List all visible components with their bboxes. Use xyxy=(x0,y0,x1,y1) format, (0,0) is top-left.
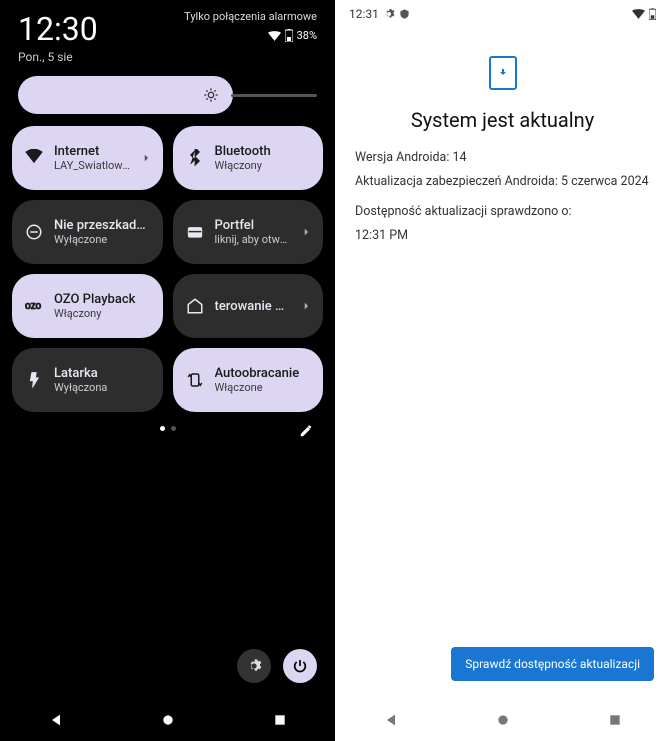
page-indicator xyxy=(0,426,335,431)
gear-icon xyxy=(246,658,262,674)
home-icon xyxy=(185,297,205,315)
qs-tile-rotate[interactable]: AutoobracanieWłączone xyxy=(173,348,324,412)
home-icon[interactable] xyxy=(495,712,511,728)
tile-label: Portfel xyxy=(215,218,292,233)
bluetooth-icon xyxy=(185,149,205,167)
clock: 12:30 xyxy=(18,10,98,48)
wifi-icon xyxy=(24,149,44,167)
nav-bar xyxy=(335,699,670,741)
checked-label: Dostępność aktualizacji sprawdzono o: xyxy=(355,202,650,222)
tile-sublabel: Wyłączona xyxy=(54,381,151,394)
quick-settings-panel: 12:30 Pon., 5 sie Tylko połączenia alarm… xyxy=(0,0,335,741)
edit-icon[interactable] xyxy=(299,424,313,438)
status-header: 12:30 Pon., 5 sie Tylko połączenia alarm… xyxy=(0,0,335,68)
qs-tile-dnd[interactable]: Nie przeszkadzaćWyłączone xyxy=(12,200,163,264)
dnd-icon xyxy=(24,223,44,241)
security-patch: Aktualizacja zabezpieczeń Androida: 5 cz… xyxy=(355,172,650,192)
shield-icon xyxy=(399,8,410,20)
check-update-button[interactable]: Sprawdź dostępność aktualizacji xyxy=(451,647,654,681)
clock: 12:31 xyxy=(349,7,379,21)
wifi-icon xyxy=(268,31,281,41)
tile-label: Autoobracanie xyxy=(215,366,312,381)
chevron-right-icon xyxy=(301,299,311,313)
home-icon[interactable] xyxy=(160,712,176,728)
chevron-right-icon xyxy=(141,151,151,165)
svg-text:OZO: OZO xyxy=(25,302,41,312)
brightness-slider[interactable] xyxy=(0,68,335,126)
tile-sublabel: Włączone xyxy=(215,381,312,394)
checked-time: 12:31 PM xyxy=(355,226,650,246)
back-icon[interactable] xyxy=(383,712,399,728)
chevron-right-icon xyxy=(301,225,311,239)
brightness-icon xyxy=(203,87,219,103)
tile-sublabel: Wyłączone xyxy=(54,233,151,246)
tile-label: terowanie urząd xyxy=(215,299,292,314)
android-version: Wersja Androida: 14 xyxy=(355,148,650,168)
battery-indicator: 38% xyxy=(268,29,317,42)
tile-sublabel: Włączony xyxy=(54,307,151,320)
qs-tile-wifi[interactable]: InternetLAY_Swiatlowod xyxy=(12,126,163,190)
tile-sublabel: Włączony xyxy=(215,159,312,172)
qs-tile-flash[interactable]: LatarkaWyłączona xyxy=(12,348,163,412)
tile-label: Bluetooth xyxy=(215,144,312,159)
tile-label: OZO Playback xyxy=(54,292,151,307)
back-icon[interactable] xyxy=(48,712,64,728)
tile-label: Nie przeszkadzać xyxy=(54,218,151,233)
date: Pon., 5 sie xyxy=(18,50,98,64)
recent-icon[interactable] xyxy=(608,713,622,727)
rotate-icon xyxy=(185,371,205,389)
emergency-calls-text: Tylko połączenia alarmowe xyxy=(184,10,317,23)
tile-label: Latarka xyxy=(54,366,151,381)
wifi-icon xyxy=(632,9,645,19)
recent-icon[interactable] xyxy=(273,713,287,727)
tile-sublabel: liknij, aby otworz xyxy=(215,233,292,246)
phone-download-icon xyxy=(489,56,517,90)
gear-icon xyxy=(383,8,395,20)
system-info: Wersja Androida: 14 Aktualizacja zabezpi… xyxy=(355,148,650,250)
flash-icon xyxy=(24,371,44,389)
battery-icon xyxy=(649,8,656,20)
qs-tile-ozo[interactable]: OZO OZO PlaybackWłączony xyxy=(12,274,163,338)
nav-bar xyxy=(0,699,335,741)
qs-tile-wallet[interactable]: Portfelliknij, aby otworz xyxy=(173,200,324,264)
wallet-icon xyxy=(185,223,205,241)
page-title: System jest aktualny xyxy=(411,108,594,132)
battery-percent: 38% xyxy=(297,29,317,42)
status-bar: 12:31 xyxy=(335,0,670,28)
power-button[interactable] xyxy=(283,649,317,683)
power-icon xyxy=(292,658,308,674)
system-update-screen: 12:31 System jest aktualny Wersja Androi… xyxy=(335,0,670,741)
ozo-icon: OZO xyxy=(24,297,44,315)
settings-button[interactable] xyxy=(237,649,271,683)
tile-sublabel: LAY_Swiatlowod xyxy=(54,159,131,172)
battery-icon xyxy=(285,29,293,42)
qs-tile-bluetooth[interactable]: BluetoothWłączony xyxy=(173,126,324,190)
qs-tile-home[interactable]: terowanie urząd xyxy=(173,274,324,338)
tile-label: Internet xyxy=(54,144,131,159)
